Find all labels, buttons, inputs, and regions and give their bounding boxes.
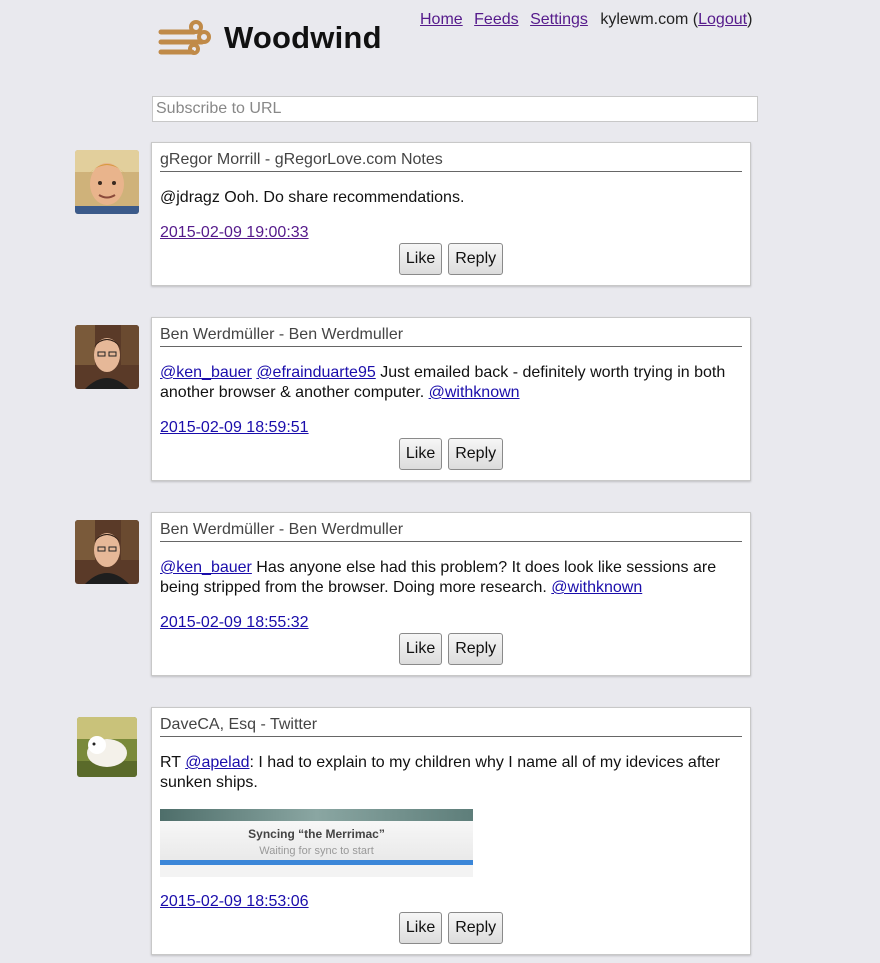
entry-author: gRegor Morrill - gRegorLove.com Notes	[160, 151, 742, 172]
entry-actions: Like Reply	[160, 243, 742, 275]
entry-image[interactable]: Syncing “the Merrimac” Waiting for sync …	[160, 809, 473, 877]
nav-settings-link[interactable]: Settings	[530, 11, 588, 28]
entry-content: @ken_bauer Has anyone else had this prob…	[160, 558, 742, 598]
app-title: Woodwind	[224, 20, 382, 55]
like-button[interactable]: Like	[398, 912, 443, 944]
entry-author: Ben Werdmüller - Ben Werdmuller	[160, 326, 742, 347]
author-avatar[interactable]	[77, 717, 137, 777]
woodwind-logo-icon	[158, 20, 211, 55]
nav-feeds-link[interactable]: Feeds	[474, 11, 518, 28]
like-button[interactable]: Like	[398, 438, 443, 470]
entry-card: gRegor Morrill - gRegorLove.com Notes @j…	[151, 142, 751, 286]
reply-button[interactable]: Reply	[448, 912, 504, 944]
app-logo: Woodwind	[158, 16, 382, 60]
entry-timestamp-link[interactable]: 2015-02-09 19:00:33	[160, 224, 309, 242]
nav-home-link[interactable]: Home	[420, 11, 463, 28]
entry-card: Ben Werdmüller - Ben Werdmuller @ken_bau…	[151, 317, 751, 481]
mention-link[interactable]: @withknown	[551, 579, 642, 596]
entry-content: @ken_bauer @efrainduarte95 Just emailed …	[160, 363, 742, 403]
entry-content: RT @apelad: I had to explain to my child…	[160, 753, 742, 793]
mention-link[interactable]: @withknown	[429, 384, 520, 401]
entry-timestamp-link[interactable]: 2015-02-09 18:53:06	[160, 893, 309, 911]
reply-button[interactable]: Reply	[448, 633, 504, 665]
entry-text: @jdragz Ooh. Do share recommendations.	[160, 189, 465, 206]
entry-actions: Like Reply	[160, 912, 742, 944]
entry-timestamp-link[interactable]: 2015-02-09 18:55:32	[160, 614, 309, 632]
mention-link[interactable]: @ken_bauer	[160, 559, 252, 576]
reply-button[interactable]: Reply	[448, 438, 504, 470]
entry-actions: Like Reply	[160, 438, 742, 470]
entry-actions: Like Reply	[160, 633, 742, 665]
entry-author: DaveCA, Esq - Twitter	[160, 716, 742, 737]
entry-author: Ben Werdmüller - Ben Werdmuller	[160, 521, 742, 542]
author-avatar[interactable]	[75, 520, 139, 584]
entry-content: @jdragz Ooh. Do share recommendations.	[160, 188, 742, 208]
top-nav: Home Feeds Settings kylewm.com (Logout)	[420, 11, 752, 29]
mention-link[interactable]: @ken_bauer	[160, 364, 252, 381]
reply-button[interactable]: Reply	[448, 243, 504, 275]
author-avatar[interactable]	[75, 150, 139, 214]
like-button[interactable]: Like	[398, 633, 443, 665]
mention-link[interactable]: @apelad	[185, 754, 249, 771]
image-progress-bar	[160, 860, 473, 865]
entry-card: DaveCA, Esq - Twitter RT @apelad: I had …	[151, 707, 751, 955]
image-caption-title: Syncing “the Merrimac”	[248, 827, 385, 841]
subscribe-url-input[interactable]	[152, 96, 758, 122]
entry-timestamp-link[interactable]: 2015-02-09 18:59:51	[160, 419, 309, 437]
image-top-bar	[160, 809, 473, 821]
like-button[interactable]: Like	[398, 243, 443, 275]
author-avatar[interactable]	[75, 325, 139, 389]
mention-link[interactable]: @efrainduarte95	[256, 364, 375, 381]
current-user: kylewm.com (Logout)	[600, 11, 753, 28]
logout-link[interactable]: Logout	[698, 11, 747, 28]
username: kylewm.com	[600, 11, 689, 28]
image-caption-subtitle: Waiting for sync to start	[259, 845, 374, 857]
entry-text-prefix: RT	[160, 754, 186, 771]
entry-card: Ben Werdmüller - Ben Werdmuller @ken_bau…	[151, 512, 751, 676]
